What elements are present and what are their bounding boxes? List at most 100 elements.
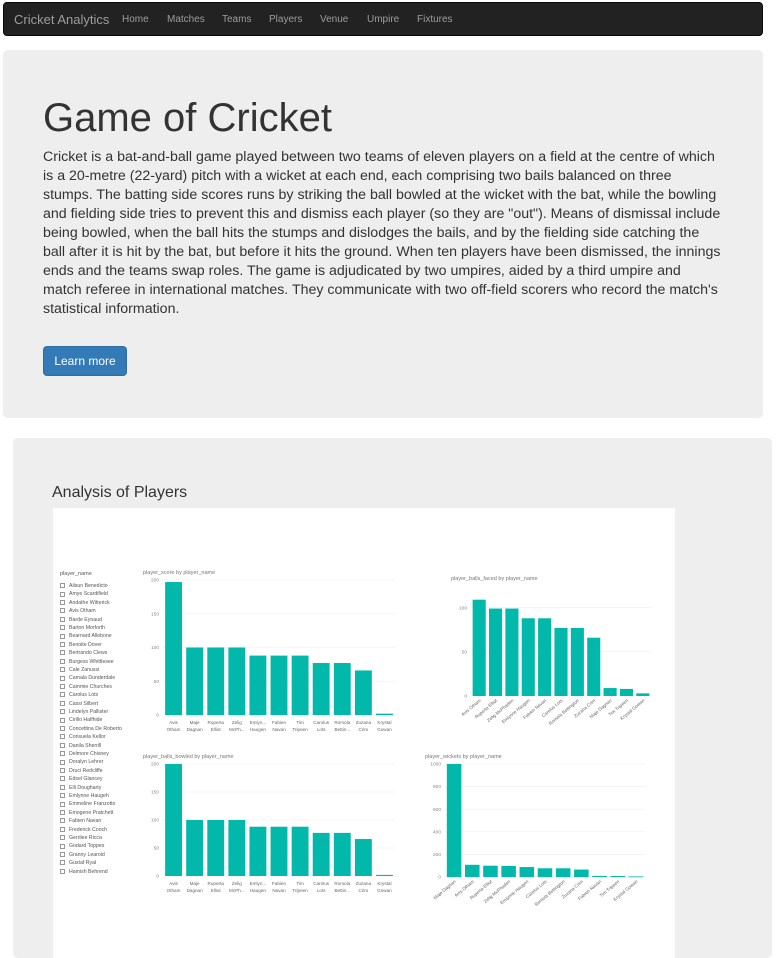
slicer-item[interactable]: Emlynne Haugeh bbox=[60, 792, 109, 800]
checkbox-icon[interactable] bbox=[60, 709, 65, 715]
slicer-item[interactable]: Druci Redcliffe bbox=[60, 767, 103, 775]
checkbox-icon[interactable] bbox=[60, 675, 65, 681]
checkbox-icon[interactable] bbox=[60, 583, 65, 589]
x-tick-label: Avis bbox=[169, 720, 178, 725]
bar bbox=[521, 618, 535, 696]
slicer-item[interactable]: Edsel Glancey bbox=[60, 775, 102, 783]
checkbox-icon[interactable] bbox=[60, 784, 65, 790]
slicer-item[interactable]: Barton Morforth bbox=[60, 624, 105, 632]
nav-home[interactable]: Home bbox=[122, 3, 149, 36]
slicer-item[interactable]: Bertrando Clews bbox=[60, 649, 107, 657]
slicer-item[interactable]: Lindelyn Pallister bbox=[60, 708, 108, 716]
checkbox-icon[interactable] bbox=[60, 734, 65, 740]
slicer-item[interactable]: Camala Dunderdale bbox=[60, 674, 115, 682]
y-tick-label: 400 bbox=[433, 829, 441, 835]
checkbox-icon[interactable] bbox=[60, 742, 65, 748]
checkbox-icon[interactable] bbox=[60, 793, 65, 799]
checkbox-icon[interactable] bbox=[60, 667, 65, 673]
nav-venue[interactable]: Venue bbox=[320, 3, 348, 36]
checkbox-icon[interactable] bbox=[60, 717, 65, 723]
nav-matches[interactable]: Matches bbox=[167, 3, 205, 36]
bar bbox=[270, 826, 288, 876]
checkbox-icon[interactable] bbox=[60, 776, 65, 782]
x-tick-label: Tim bbox=[296, 720, 304, 725]
slicer-item[interactable]: Cirillo Halfhide bbox=[60, 716, 102, 724]
slicer-item[interactable]: Danila Sherrill bbox=[60, 742, 101, 750]
slicer-item[interactable]: Frederick Cooch bbox=[60, 826, 107, 834]
checkbox-icon[interactable] bbox=[60, 868, 65, 874]
slicer-item[interactable]: Amye Scardifield bbox=[60, 590, 108, 598]
brand-link[interactable]: Cricket Analytics bbox=[14, 3, 109, 36]
bar bbox=[207, 820, 225, 876]
checkbox-icon[interactable] bbox=[60, 860, 65, 866]
slicer-item[interactable]: Concettina De Roberto bbox=[60, 725, 122, 733]
slicer-item-label: Godard Toppes bbox=[69, 843, 105, 850]
slicer-item-label: Druci Redcliffe bbox=[69, 767, 103, 774]
slicer-item[interactable]: Godard Toppes bbox=[60, 842, 104, 850]
slicer-item[interactable]: Carolus Lots bbox=[60, 691, 98, 699]
slicer-item[interactable]: Benoite Dover bbox=[60, 641, 102, 649]
slicer-item[interactable]: Elli Dougharty bbox=[60, 784, 101, 792]
checkbox-icon[interactable] bbox=[60, 616, 65, 622]
slicer-item[interactable]: Cammie Churches bbox=[60, 683, 112, 691]
checkbox-icon[interactable] bbox=[60, 751, 65, 757]
bar bbox=[270, 655, 288, 715]
y-tick-label: 0 bbox=[438, 875, 441, 881]
slicer-item[interactable]: Hamish Behrend bbox=[60, 868, 108, 876]
nav-fixtures[interactable]: Fixtures bbox=[417, 3, 453, 36]
slicer-item[interactable]: Emmeline Franzotto bbox=[60, 800, 115, 808]
slicer-item-label: Concettina De Roberto bbox=[69, 725, 122, 732]
slicer-item[interactable]: Gerrilee Ricca bbox=[60, 834, 102, 842]
slicer-item[interactable]: Fabien Navan bbox=[60, 817, 101, 825]
slicer-item-label: Bearnard Allebone bbox=[69, 633, 112, 640]
checkbox-icon[interactable] bbox=[60, 851, 65, 857]
slicer-item[interactable]: Avis Otham bbox=[60, 607, 96, 615]
checkbox-icon[interactable] bbox=[60, 591, 65, 597]
nav-players[interactable]: Players bbox=[269, 3, 302, 36]
checkbox-icon[interactable] bbox=[60, 826, 65, 832]
checkbox-icon[interactable] bbox=[60, 608, 65, 614]
slicer-item[interactable]: Granny Learoid bbox=[60, 851, 105, 859]
slicer-item[interactable]: Ailsun Benedicto bbox=[60, 582, 108, 590]
slicer-item[interactable]: Barde Eynaud bbox=[60, 616, 102, 624]
slicer-item[interactable]: Consuela Kellor bbox=[60, 733, 106, 741]
checkbox-icon[interactable] bbox=[60, 650, 65, 656]
slicer-item[interactable]: Delmore Chisney bbox=[60, 750, 109, 758]
slicer-item[interactable]: Burgess Whittlesee bbox=[60, 658, 114, 666]
checkbox-icon[interactable] bbox=[60, 767, 65, 773]
checkbox-icon[interactable] bbox=[60, 641, 65, 647]
checkbox-icon[interactable] bbox=[60, 692, 65, 698]
chart-player-score: player_score by player_name 0 50 100 150 200 A… bbox=[143, 568, 413, 748]
checkbox-icon[interactable] bbox=[60, 599, 65, 605]
slicer-item[interactable]: Emogene Pratchett bbox=[60, 809, 113, 817]
checkbox-icon[interactable] bbox=[60, 700, 65, 706]
slicer-item[interactable]: Bearnard Allebone bbox=[60, 632, 112, 640]
slicer-item[interactable]: Cale Zanussi bbox=[60, 666, 99, 674]
slicer-item[interactable]: Cassi Silbert bbox=[60, 700, 98, 708]
checkbox-icon[interactable] bbox=[60, 843, 65, 849]
x-tick-label: Otham bbox=[167, 727, 181, 732]
bar bbox=[291, 826, 309, 876]
slicer-item[interactable]: Andathe Witterick bbox=[60, 599, 110, 607]
learn-more-button[interactable]: Learn more bbox=[43, 346, 127, 376]
slicer-item[interactable]: Gustaf Ryal bbox=[60, 859, 96, 867]
checkbox-icon[interactable] bbox=[60, 818, 65, 824]
bar bbox=[249, 826, 267, 876]
checkbox-icon[interactable] bbox=[60, 809, 65, 815]
checkbox-icon[interactable] bbox=[60, 759, 65, 765]
slicer-item-label: Andathe Witterick bbox=[69, 599, 110, 606]
checkbox-icon[interactable] bbox=[60, 633, 65, 639]
checkbox-icon[interactable] bbox=[60, 835, 65, 841]
slicer-item[interactable]: Doralyn Lehrer bbox=[60, 758, 103, 766]
x-tick-label: Maje bbox=[190, 720, 200, 725]
nav-teams[interactable]: Teams bbox=[222, 3, 251, 36]
bar bbox=[465, 864, 480, 877]
checkbox-icon[interactable] bbox=[60, 658, 65, 664]
checkbox-icon[interactable] bbox=[60, 801, 65, 807]
checkbox-icon[interactable] bbox=[60, 725, 65, 731]
checkbox-icon[interactable] bbox=[60, 625, 65, 631]
x-tick-label: McPh... bbox=[229, 727, 245, 732]
checkbox-icon[interactable] bbox=[60, 683, 65, 689]
x-tick-label: Crim bbox=[359, 727, 369, 732]
nav-umpire[interactable]: Umpire bbox=[367, 3, 399, 36]
